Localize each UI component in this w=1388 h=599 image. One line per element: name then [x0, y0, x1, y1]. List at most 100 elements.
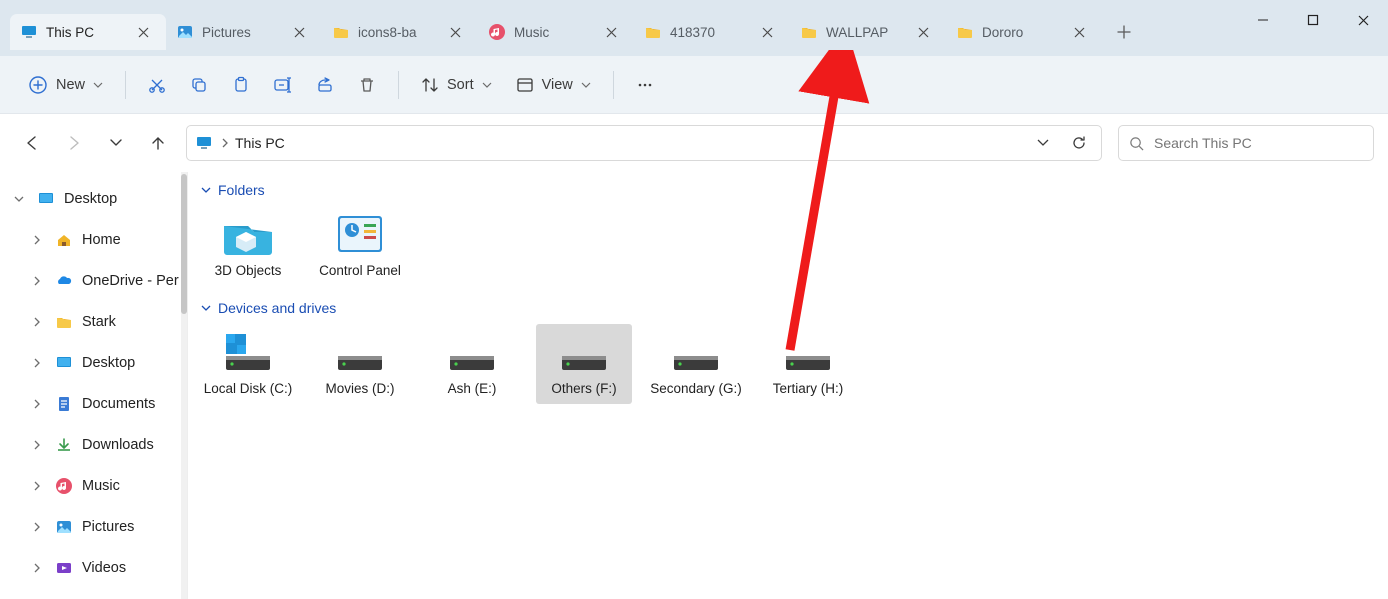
drive-item-tertiary-h-[interactable]: Tertiary (H:) — [760, 324, 856, 404]
folder-icon — [800, 23, 818, 41]
tab-close-button[interactable] — [598, 19, 624, 45]
chevron-icon[interactable] — [28, 481, 46, 491]
sidebar-item-desktop[interactable]: Desktop — [0, 178, 187, 219]
chevron-icon[interactable] — [28, 317, 46, 327]
share-button[interactable] — [306, 67, 344, 103]
sidebar-item-music[interactable]: Music — [0, 465, 187, 506]
drive-item-local-disk-c-[interactable]: Local Disk (C:) — [200, 324, 296, 404]
sort-button[interactable]: Sort — [411, 70, 502, 100]
refresh-button[interactable] — [1065, 125, 1093, 161]
new-tab-button[interactable] — [1106, 14, 1142, 50]
tab-close-button[interactable] — [754, 19, 780, 45]
close-window-button[interactable] — [1338, 0, 1388, 40]
separator — [613, 71, 614, 99]
tab-label: WALLPAP — [826, 25, 902, 40]
tab-this-pc[interactable]: This PC — [10, 14, 166, 50]
nav-row: This PC — [0, 114, 1388, 172]
tab-label: Music — [514, 25, 590, 40]
cut-button[interactable] — [138, 67, 176, 103]
monitor-icon — [20, 23, 38, 41]
maximize-button[interactable] — [1288, 0, 1338, 40]
sidebar-item-label: Desktop — [64, 191, 117, 207]
chevron-icon[interactable] — [28, 440, 46, 450]
chevron-down-icon — [581, 80, 591, 90]
chevron-icon[interactable] — [28, 563, 46, 573]
folders-grid: 3D Objects Control Panel — [200, 206, 1376, 286]
sidebar-item-pictures[interactable]: Pictures — [0, 506, 187, 547]
item-caption: Ash (E:) — [448, 380, 497, 398]
tab-418370[interactable]: 418370 — [634, 14, 790, 50]
chevron-icon[interactable] — [28, 358, 46, 368]
tab-wallpap[interactable]: WALLPAP — [790, 14, 946, 50]
history-dropdown-button[interactable] — [1029, 125, 1057, 161]
music-icon — [54, 476, 74, 496]
paste-button[interactable] — [222, 67, 260, 103]
tab-close-button[interactable] — [286, 19, 312, 45]
folder-item-3d-objects[interactable]: 3D Objects — [200, 206, 296, 286]
new-button[interactable]: New — [18, 69, 113, 101]
desktop-blue-icon — [36, 189, 56, 209]
chevron-icon[interactable] — [28, 522, 46, 532]
chevron-right-icon — [221, 137, 229, 149]
ctrlpanel-icon — [332, 212, 388, 256]
view-label: View — [542, 77, 573, 93]
tab-pictures[interactable]: Pictures — [166, 14, 322, 50]
recent-locations-button[interactable] — [98, 125, 134, 161]
sidebar-item-label: Videos — [82, 560, 126, 576]
sidebar-item-documents[interactable]: Documents — [0, 383, 187, 424]
minimize-button[interactable] — [1238, 0, 1288, 40]
more-button[interactable] — [626, 67, 664, 103]
tab-close-button[interactable] — [910, 19, 936, 45]
tab-dororo[interactable]: Dororo — [946, 14, 1102, 50]
sidebar-item-label: Documents — [82, 396, 155, 412]
sidebar-item-home[interactable]: Home — [0, 219, 187, 260]
view-button[interactable]: View — [506, 70, 601, 100]
forward-button[interactable] — [56, 125, 92, 161]
folder-item-control-panel[interactable]: Control Panel — [312, 206, 408, 286]
chevron-icon[interactable] — [28, 399, 46, 409]
item-caption: 3D Objects — [215, 262, 282, 280]
tab-close-button[interactable] — [130, 19, 156, 45]
sidebar-item-desktop[interactable]: Desktop — [0, 342, 187, 383]
folder-icon — [956, 23, 974, 41]
group-header-folders[interactable]: Folders — [200, 182, 1376, 198]
search-box[interactable] — [1118, 125, 1374, 161]
item-caption: Movies (D:) — [325, 380, 394, 398]
item-caption: Tertiary (H:) — [773, 380, 844, 398]
drive-icon — [668, 330, 724, 374]
breadcrumb[interactable]: This PC — [221, 135, 1021, 151]
item-caption: Secondary (G:) — [650, 380, 742, 398]
drive-item-secondary-g-[interactable]: Secondary (G:) — [648, 324, 744, 404]
drive-icon — [444, 330, 500, 374]
item-caption: Control Panel — [319, 262, 401, 280]
group-label: Folders — [218, 182, 265, 198]
sidebar-item-onedrive-per[interactable]: OneDrive - Per — [0, 260, 187, 301]
tab-close-button[interactable] — [442, 19, 468, 45]
delete-button[interactable] — [348, 67, 386, 103]
sidebar-item-stark[interactable]: Stark — [0, 301, 187, 342]
sidebar-scrollbar-thumb[interactable] — [181, 174, 187, 314]
address-bar[interactable]: This PC — [186, 125, 1102, 161]
back-button[interactable] — [14, 125, 50, 161]
sidebar-item-downloads[interactable]: Downloads — [0, 424, 187, 465]
tab-close-button[interactable] — [1066, 19, 1092, 45]
chevron-icon[interactable] — [10, 194, 28, 204]
sidebar-item-label: Desktop — [82, 355, 135, 371]
drive-item-ash-e-[interactable]: Ash (E:) — [424, 324, 520, 404]
tab-music[interactable]: Music — [478, 14, 634, 50]
picture-icon — [54, 517, 74, 537]
tab-icons8-ba[interactable]: icons8-ba — [322, 14, 478, 50]
breadcrumb-item[interactable]: This PC — [235, 135, 285, 151]
group-header-devices[interactable]: Devices and drives — [200, 300, 1376, 316]
search-input[interactable] — [1154, 135, 1363, 151]
copy-button[interactable] — [180, 67, 218, 103]
up-button[interactable] — [140, 125, 176, 161]
sidebar-item-label: Downloads — [82, 437, 154, 453]
drive-item-others-f-[interactable]: Others (F:) — [536, 324, 632, 404]
chevron-icon[interactable] — [28, 276, 46, 286]
sidebar: Desktop HomeOneDrive - PerStark Desktop Doc… — [0, 172, 188, 599]
rename-button[interactable] — [264, 67, 302, 103]
drive-item-movies-d-[interactable]: Movies (D:) — [312, 324, 408, 404]
chevron-icon[interactable] — [28, 235, 46, 245]
sidebar-item-videos[interactable]: Videos — [0, 547, 187, 588]
